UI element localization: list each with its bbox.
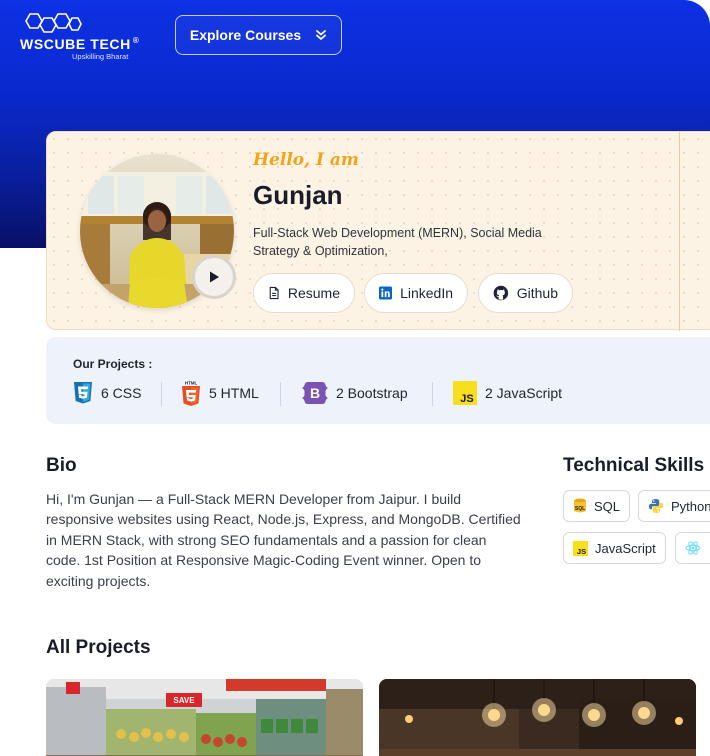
- project-count-javascript-label: 2 JavaScript: [485, 385, 563, 401]
- document-icon: [269, 286, 279, 300]
- all-projects-heading: All Projects: [46, 637, 151, 658]
- svg-text:B: B: [310, 385, 320, 401]
- play-video-button[interactable]: [192, 255, 236, 299]
- our-projects-heading: Our Projects :: [73, 357, 153, 371]
- wscube-logo[interactable]: WsCube Tech ® Upskilling Bharat: [20, 12, 140, 62]
- python-icon: [649, 499, 663, 513]
- svg-text:JS: JS: [460, 393, 473, 405]
- separator: [161, 382, 162, 406]
- registered-mark: ®: [132, 36, 140, 45]
- svg-text:JS: JS: [577, 547, 586, 556]
- card-divider: [679, 132, 680, 331]
- resume-button[interactable]: Resume: [253, 273, 355, 313]
- explore-courses-button[interactable]: Explore Courses: [175, 15, 342, 55]
- separator: [280, 382, 281, 406]
- skill-label-python: Python: [671, 498, 710, 514]
- skill-chip-react[interactable]: [675, 532, 710, 564]
- grocery-store-image: SAVE: [46, 679, 363, 756]
- project-count-bootstrap[interactable]: B 2 Bootstrap: [302, 379, 408, 407]
- project-thumbnail-grocery[interactable]: SAVE: [46, 679, 363, 756]
- css3-icon: [74, 382, 92, 404]
- svg-text:SQL: SQL: [575, 506, 585, 512]
- projects-summary: Our Projects : 6 CSS HTML 5 HTML B 2 Boo…: [46, 337, 710, 424]
- cafe-lights-image: [379, 679, 696, 756]
- resume-label: Resume: [287, 285, 340, 301]
- svg-text:HTML: HTML: [185, 381, 198, 386]
- hexagon-logo-icon: [25, 13, 82, 33]
- github-label: Github: [516, 285, 558, 301]
- save-sign: SAVE: [173, 696, 195, 705]
- bootstrap-icon: B: [302, 382, 328, 404]
- project-count-css-label: 6 CSS: [101, 385, 142, 401]
- sql-icon: SQL: [574, 498, 586, 513]
- linkedin-icon: [379, 286, 393, 300]
- logo-tagline: Upskilling Bharat: [72, 52, 129, 61]
- logo-wordmark: WsCube Tech ®: [20, 36, 139, 52]
- github-icon: [493, 285, 509, 301]
- linkedin-label: LinkedIn: [400, 285, 453, 301]
- html5-icon: HTML: [182, 381, 200, 406]
- react-icon: [685, 541, 701, 555]
- skill-chip-python[interactable]: Python: [638, 490, 710, 522]
- double-chevron-down-icon: [316, 30, 327, 40]
- profile-name: Gunjan: [253, 180, 343, 210]
- project-count-bootstrap-label: 2 Bootstrap: [336, 385, 408, 401]
- github-button[interactable]: Github: [478, 273, 573, 313]
- project-count-html-label: 5 HTML: [209, 385, 259, 401]
- skill-chip-javascript[interactable]: JS JavaScript: [563, 532, 666, 564]
- javascript-icon: JS: [453, 381, 477, 405]
- bio-text: Hi, I'm Gunjan — a Full-Stack MERN Devel…: [46, 491, 521, 589]
- skill-label-javascript: JavaScript: [595, 540, 656, 556]
- skill-chip-sql[interactable]: SQL SQL: [563, 490, 631, 522]
- bio-heading: Bio: [46, 455, 77, 476]
- project-count-html[interactable]: HTML 5 HTML: [181, 379, 259, 407]
- linkedin-button[interactable]: LinkedIn: [364, 273, 468, 313]
- project-thumbnail-cafe[interactable]: [379, 679, 696, 756]
- explore-courses-label: Explore Courses: [189, 27, 302, 43]
- project-count-css[interactable]: 6 CSS: [73, 379, 141, 407]
- play-icon: [210, 271, 219, 283]
- profile-card: Hello, I am Gunjan Full-Stack Web Develo…: [46, 131, 710, 331]
- project-count-javascript[interactable]: JS 2 JavaScript: [453, 379, 562, 407]
- javascript-icon: JS: [573, 540, 588, 556]
- separator: [432, 382, 433, 406]
- logo-text: WsCube Tech: [20, 36, 131, 52]
- profile-role: Full-Stack Web Development (MERN), Socia…: [253, 226, 542, 258]
- skill-label-sql: SQL: [594, 498, 621, 514]
- technical-skills-heading: Technical Skills: [563, 455, 705, 476]
- greeting-text: Hello, I am: [253, 150, 359, 170]
